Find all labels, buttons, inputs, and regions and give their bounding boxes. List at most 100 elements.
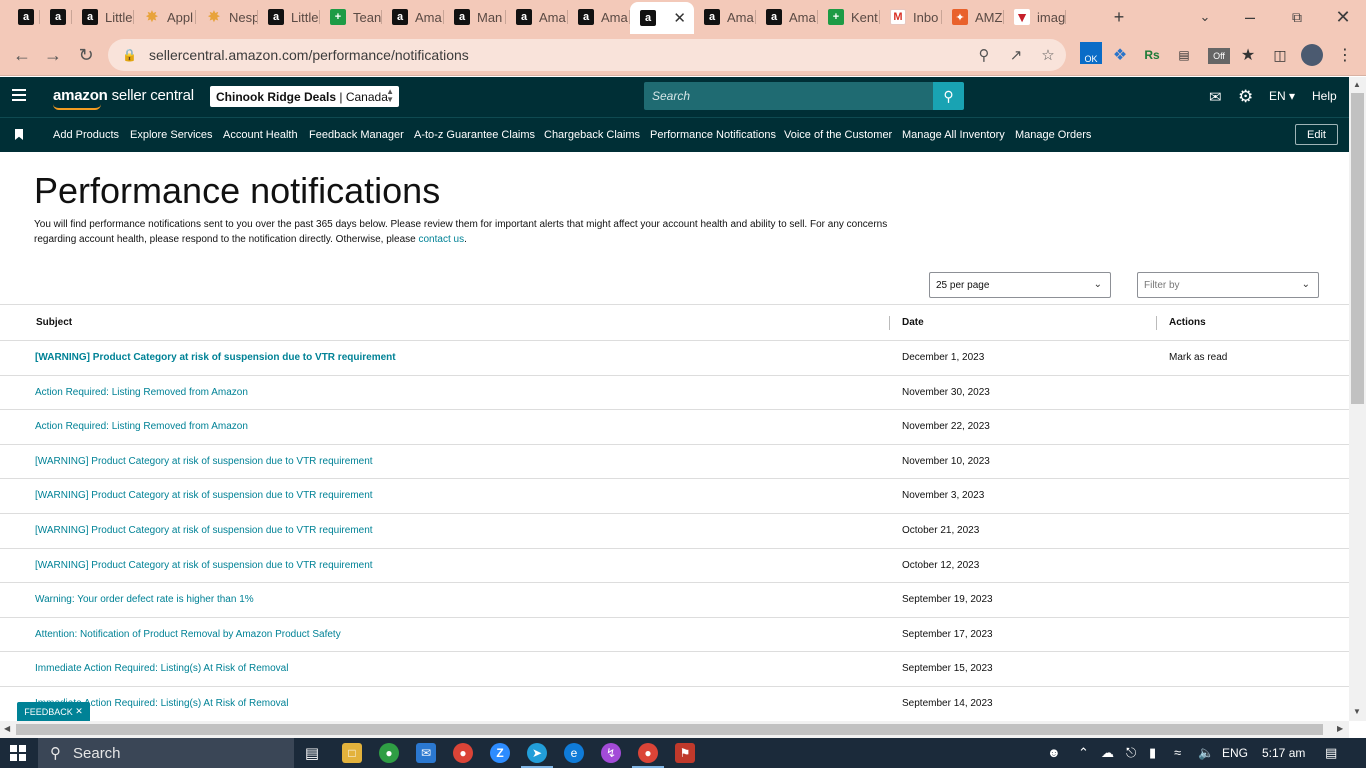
- share-icon[interactable]: ↗: [1007, 46, 1025, 64]
- help-link[interactable]: Help: [1312, 89, 1337, 103]
- chrome-active-icon[interactable]: ●: [632, 743, 664, 768]
- notification-subject-link[interactable]: [WARNING] Product Category at risk of su…: [35, 560, 373, 571]
- shortcut-link[interactable]: Account Health: [223, 129, 298, 141]
- windows-start-icon[interactable]: [10, 745, 26, 761]
- messenger-icon[interactable]: ↯: [601, 743, 621, 763]
- notifications-icon[interactable]: ▤: [1325, 745, 1337, 761]
- app-red-icon[interactable]: ⚑: [675, 743, 695, 763]
- people-icon[interactable]: ☻: [1047, 745, 1061, 760]
- feedback-button[interactable]: FEEDBACK ✕: [17, 702, 90, 721]
- reload-icon[interactable]: ↻: [74, 43, 98, 67]
- rs-extension-icon[interactable]: Rs: [1142, 45, 1162, 65]
- browser-menu-icon[interactable]: ⋮: [1335, 45, 1355, 65]
- browser-tab[interactable]: a Man: [444, 4, 506, 30]
- profile-avatar[interactable]: [1301, 44, 1323, 66]
- browser-tab[interactable]: a ✕: [630, 2, 694, 34]
- show-hidden-icons[interactable]: ⌃: [1078, 745, 1089, 761]
- browser-tab[interactable]: a Ama: [506, 4, 568, 30]
- browser-tab[interactable]: a: [8, 4, 40, 30]
- browser-tab[interactable]: a: [40, 4, 72, 30]
- subject-column-header[interactable]: Subject: [36, 317, 72, 328]
- notification-subject-link[interactable]: [WARNING] Product Category at risk of su…: [35, 456, 373, 467]
- file-explorer-icon[interactable]: □: [342, 743, 362, 763]
- telegram-icon[interactable]: ➤: [521, 743, 553, 768]
- vertical-scroll-thumb[interactable]: [1351, 93, 1364, 404]
- scroll-down-icon[interactable]: ▼: [1353, 707, 1361, 716]
- search-button[interactable]: ⚲: [933, 82, 964, 110]
- cloud-icon[interactable]: ☁: [1101, 745, 1114, 761]
- volume-icon[interactable]: 🔈: [1198, 745, 1214, 761]
- close-window-icon[interactable]: ✕: [1329, 5, 1357, 29]
- settings-gear-icon[interactable]: ⚙: [1238, 87, 1253, 107]
- notification-subject-link[interactable]: Warning: Your order defect rate is highe…: [35, 594, 254, 605]
- notification-subject-link[interactable]: Immediate Action Required: Listing(s) At…: [35, 663, 288, 674]
- address-bar[interactable]: 🔒 sellercentral.amazon.com/performance/n…: [108, 39, 1066, 71]
- zoom-app-icon[interactable]: Z: [490, 743, 510, 763]
- edit-shortcuts-button[interactable]: Edit: [1295, 124, 1338, 145]
- mail-icon[interactable]: ✉: [1209, 87, 1222, 107]
- search-input[interactable]: Search: [644, 82, 933, 110]
- browser-tab[interactable]: a Ama: [568, 4, 630, 30]
- restore-icon[interactable]: ⧉: [1283, 5, 1311, 29]
- extensions-puzzle-icon[interactable]: ★: [1238, 45, 1258, 65]
- notification-subject-link[interactable]: [WARNING] Product Category at risk of su…: [35, 352, 396, 363]
- contact-us-link[interactable]: contact us: [419, 234, 465, 245]
- browser-tab[interactable]: ✸ Appl: [134, 4, 196, 30]
- tab-search-chevron-icon[interactable]: ⌄: [1191, 5, 1219, 29]
- browser-tab[interactable]: a Ama: [382, 4, 444, 30]
- vertical-scrollbar[interactable]: ▲ ▼: [1349, 77, 1366, 721]
- chrome-icon[interactable]: ●: [379, 743, 399, 763]
- notification-subject-link[interactable]: [WARNING] Product Category at risk of su…: [35, 525, 373, 536]
- off-extension-icon[interactable]: Off: [1208, 48, 1230, 64]
- browser-tab[interactable]: M Inbo: [880, 4, 942, 30]
- extension-blue-icon[interactable]: ❖: [1110, 45, 1130, 65]
- usb-icon[interactable]: ⎋: [1126, 745, 1136, 761]
- bookmark-icon[interactable]: [15, 129, 23, 140]
- task-view-icon[interactable]: ▤: [302, 743, 322, 763]
- close-tab-icon[interactable]: ✕: [673, 9, 686, 27]
- shortcut-link[interactable]: A-to-z Guarantee Claims: [414, 129, 535, 141]
- shortcut-link[interactable]: Voice of the Customer: [784, 129, 892, 141]
- back-icon[interactable]: ←: [10, 43, 34, 67]
- shortcut-link[interactable]: Feedback Manager: [309, 129, 404, 141]
- zoom-icon[interactable]: ⚲: [975, 46, 993, 64]
- scroll-up-icon[interactable]: ▲: [1353, 80, 1361, 89]
- amazon-seller-central-logo[interactable]: amazon seller central: [53, 87, 194, 110]
- shortcut-link[interactable]: Manage All Inventory: [902, 129, 1005, 141]
- account-switcher[interactable]: Chinook Ridge Deals | Canada ▲ ▼: [210, 86, 399, 107]
- wifi-icon[interactable]: ≈: [1174, 745, 1181, 760]
- mail-app-icon[interactable]: ✉: [416, 743, 436, 763]
- shortcut-link[interactable]: Performance Notifications: [650, 129, 776, 141]
- language-selector[interactable]: EN ▾: [1269, 89, 1295, 103]
- browser-tab[interactable]: a Ama: [756, 4, 818, 30]
- language-indicator[interactable]: ENG: [1222, 746, 1248, 760]
- bookmark-star-icon[interactable]: ☆: [1039, 46, 1057, 64]
- taskbar-search[interactable]: ⚲ Search: [38, 738, 294, 768]
- side-panel-icon[interactable]: ◫: [1270, 45, 1290, 65]
- browser-tab[interactable]: a Ama: [694, 4, 756, 30]
- browser-tab[interactable]: ✸ Nesp: [196, 4, 258, 30]
- shortcut-link[interactable]: Add Products: [53, 129, 119, 141]
- scroll-left-icon[interactable]: ◀: [4, 724, 10, 733]
- horizontal-scrollbar[interactable]: ◀ ▶: [0, 721, 1349, 738]
- hamburger-menu-icon[interactable]: [12, 89, 26, 101]
- extension-white-icon[interactable]: ▤: [1174, 45, 1194, 65]
- browser-tab[interactable]: + Kent: [818, 4, 880, 30]
- close-icon[interactable]: ✕: [75, 706, 83, 717]
- minimize-icon[interactable]: –: [1236, 5, 1264, 29]
- mark-as-read-link[interactable]: Mark as read: [1169, 352, 1227, 363]
- new-tab-icon[interactable]: +: [1105, 5, 1133, 29]
- notification-subject-link[interactable]: Action Required: Listing Removed from Am…: [35, 421, 248, 432]
- browser-tab[interactable]: ✦ AMZ: [942, 4, 1004, 30]
- battery-icon[interactable]: ▮: [1149, 745, 1156, 761]
- notification-subject-link[interactable]: Action Required: Listing Removed from Am…: [35, 387, 248, 398]
- per-page-select[interactable]: 25 per page ⌄: [929, 272, 1111, 298]
- ok-extension-icon[interactable]: OK: [1080, 42, 1102, 64]
- date-column-header[interactable]: Date: [902, 317, 924, 328]
- notification-subject-link[interactable]: Attention: Notification of Product Remov…: [35, 629, 341, 640]
- clock[interactable]: 5:17 am: [1262, 746, 1305, 760]
- edge-icon[interactable]: e: [564, 743, 584, 763]
- chrome-alt-icon[interactable]: ●: [453, 743, 473, 763]
- horizontal-scroll-thumb[interactable]: [16, 724, 1323, 735]
- browser-tab[interactable]: ▼ imag: [1004, 4, 1066, 30]
